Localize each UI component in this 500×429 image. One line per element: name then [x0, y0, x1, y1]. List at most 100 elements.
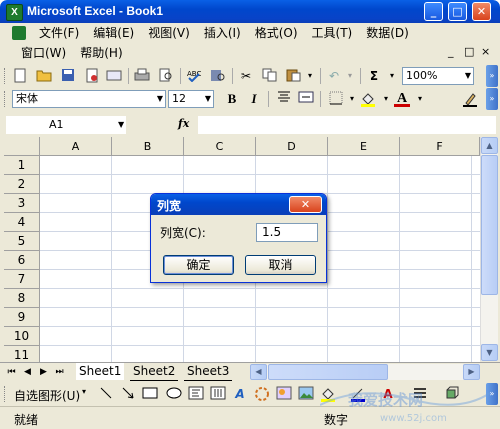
- column-header-d[interactable]: D: [256, 137, 328, 156]
- title-bar[interactable]: X Microsoft Excel - Book1 _ □ ✕: [0, 0, 500, 23]
- diagram-icon[interactable]: [254, 386, 270, 402]
- autoshapes-menu[interactable]: 自选图形(U): [14, 387, 80, 404]
- toolbar-options-button[interactable]: »: [486, 65, 498, 87]
- zoom-select[interactable]: 100% ▼: [402, 67, 474, 85]
- arrow-icon[interactable]: [120, 386, 136, 402]
- rectangle-icon[interactable]: [142, 386, 158, 402]
- line-icon[interactable]: [98, 386, 114, 402]
- paste-dropdown-icon[interactable]: ▾: [302, 68, 318, 84]
- formula-input[interactable]: [198, 116, 496, 134]
- scroll-left-button[interactable]: ◀: [250, 364, 267, 380]
- menu-data[interactable]: 数据(D): [359, 24, 416, 43]
- doc-minimize-button[interactable]: _: [448, 45, 454, 58]
- scroll-right-button[interactable]: ▶: [463, 364, 480, 380]
- insert-function-icon[interactable]: fx: [178, 117, 189, 130]
- font-name-select[interactable]: 宋体 ▼: [12, 90, 166, 108]
- print-icon[interactable]: [134, 68, 150, 84]
- prev-sheet-icon[interactable]: ◀: [22, 365, 33, 379]
- textbox-icon[interactable]: [188, 386, 204, 402]
- column-header-a[interactable]: A: [40, 137, 112, 156]
- chevron-down-icon[interactable]: ▾: [82, 387, 86, 396]
- row-header-6[interactable]: 6: [4, 251, 40, 270]
- fill-color-icon[interactable]: [360, 91, 376, 107]
- menu-tools[interactable]: 工具(T): [305, 24, 360, 43]
- picture-icon[interactable]: [298, 386, 314, 402]
- email-icon[interactable]: [106, 68, 122, 84]
- last-sheet-icon[interactable]: ⏭: [54, 365, 65, 379]
- oval-icon[interactable]: [166, 386, 182, 402]
- borders-icon[interactable]: [328, 91, 344, 107]
- research-icon[interactable]: [210, 68, 226, 84]
- select-all-corner[interactable]: [4, 137, 40, 156]
- column-header-e[interactable]: E: [328, 137, 400, 156]
- font-color-dropdown-icon[interactable]: ▾: [412, 91, 428, 107]
- autosum-dropdown-icon[interactable]: ▾: [384, 68, 400, 84]
- clipart-icon[interactable]: [276, 386, 292, 402]
- dialog-title-bar[interactable]: 列宽 ✕: [151, 194, 326, 215]
- undo-icon[interactable]: ↶: [326, 68, 342, 84]
- name-box[interactable]: A1 ▼: [6, 116, 126, 134]
- menu-window[interactable]: 窗口(W): [14, 44, 73, 63]
- menu-help[interactable]: 帮助(H): [73, 44, 129, 63]
- row-header-3[interactable]: 3: [4, 194, 40, 213]
- row-header-7[interactable]: 7: [4, 270, 40, 289]
- italic-button[interactable]: I: [246, 91, 262, 107]
- minimize-button[interactable]: _: [424, 2, 443, 21]
- maximize-button[interactable]: □: [448, 2, 467, 21]
- cancel-button[interactable]: 取消: [245, 255, 316, 275]
- vertical-scrollbar[interactable]: ▲ ▼: [480, 137, 498, 361]
- row-header-4[interactable]: 4: [4, 213, 40, 232]
- row-header-10[interactable]: 10: [4, 327, 40, 346]
- excel-app-icon[interactable]: X: [6, 4, 23, 21]
- first-sheet-icon[interactable]: ⏮: [6, 365, 17, 379]
- close-button[interactable]: ✕: [472, 2, 491, 21]
- open-icon[interactable]: [36, 68, 52, 84]
- merge-center-icon[interactable]: [298, 91, 314, 107]
- column-header-c[interactable]: C: [184, 137, 256, 156]
- print-preview-icon[interactable]: [158, 68, 174, 84]
- permission-icon[interactable]: [84, 68, 100, 84]
- sheet-tab-3[interactable]: Sheet3: [184, 363, 233, 381]
- chevron-down-icon[interactable]: ▼: [118, 116, 124, 134]
- toolbar-grip[interactable]: [4, 91, 8, 107]
- menu-file[interactable]: 文件(F): [32, 24, 86, 43]
- toolbar-grip[interactable]: [4, 68, 8, 84]
- next-sheet-icon[interactable]: ▶: [38, 365, 49, 379]
- row-header-2[interactable]: 2: [4, 175, 40, 194]
- column-header-f[interactable]: F: [400, 137, 480, 156]
- menu-edit[interactable]: 编辑(E): [86, 24, 141, 43]
- column-width-input[interactable]: 1.5: [256, 223, 318, 242]
- menu-insert[interactable]: 插入(I): [197, 24, 248, 43]
- scroll-down-button[interactable]: ▼: [481, 344, 498, 361]
- row-header-9[interactable]: 9: [4, 308, 40, 327]
- autosum-icon[interactable]: Σ: [366, 68, 382, 84]
- copy-icon[interactable]: [262, 68, 278, 84]
- paste-icon[interactable]: [286, 68, 302, 84]
- workbook-icon[interactable]: [12, 26, 26, 40]
- toolbar-options-button[interactable]: »: [486, 88, 498, 110]
- save-icon[interactable]: [60, 68, 76, 84]
- toolbar-grip[interactable]: [4, 386, 8, 402]
- menu-format[interactable]: 格式(O): [248, 24, 305, 43]
- doc-restore-button[interactable]: □: [464, 45, 474, 58]
- cut-icon[interactable]: ✂: [238, 68, 254, 84]
- fill-dropdown-icon[interactable]: ▾: [378, 91, 394, 107]
- row-header-1[interactable]: 1: [4, 156, 40, 175]
- ok-button[interactable]: 确定: [163, 255, 234, 275]
- horizontal-scrollbar[interactable]: ◀ ▶: [250, 364, 480, 380]
- vertical-textbox-icon[interactable]: [210, 386, 226, 402]
- sheet-tab-1[interactable]: Sheet1: [76, 363, 125, 380]
- row-header-11[interactable]: 11: [4, 346, 40, 362]
- row-header-8[interactable]: 8: [4, 289, 40, 308]
- spelling-icon[interactable]: ABC: [186, 68, 202, 84]
- scroll-up-button[interactable]: ▲: [481, 137, 498, 154]
- font-color-button[interactable]: A: [394, 91, 410, 107]
- dialog-close-button[interactable]: ✕: [289, 196, 322, 213]
- horizontal-scroll-thumb[interactable]: [268, 364, 388, 380]
- bold-button[interactable]: B: [224, 91, 240, 107]
- column-header-b[interactable]: B: [112, 137, 184, 156]
- vertical-scroll-thumb[interactable]: [481, 155, 498, 295]
- doc-close-button[interactable]: ×: [481, 45, 490, 58]
- new-icon[interactable]: [12, 68, 28, 84]
- sheet-tab-2[interactable]: Sheet2: [130, 363, 179, 381]
